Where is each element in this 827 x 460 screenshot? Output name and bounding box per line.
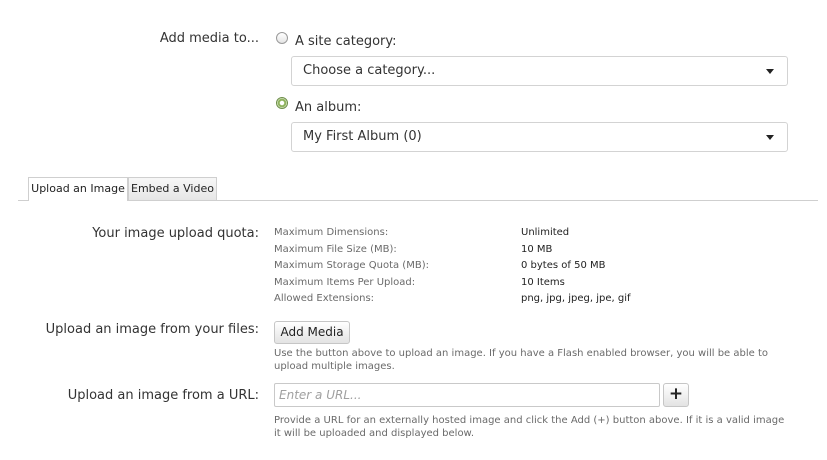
add-media-button[interactable]: Add Media [274, 321, 350, 344]
album-label[interactable]: An album: [295, 100, 361, 115]
add-url-button[interactable]: + [663, 383, 689, 407]
quota-key: Maximum Storage Quota (MB): [274, 260, 429, 271]
category-select[interactable]: Choose a category... [291, 56, 788, 86]
upload-url-help: Provide a URL for an externally hosted i… [274, 415, 785, 439]
tab-upload-image[interactable]: Upload an Image [28, 177, 128, 201]
plus-icon: + [668, 384, 684, 404]
chevron-down-icon [766, 69, 774, 74]
quota-value: 0 bytes of 50 MB [521, 260, 606, 271]
tab-embed-video[interactable]: Embed a Video [128, 177, 217, 200]
album-select[interactable]: My First Album (0) [291, 122, 788, 152]
chevron-down-icon [766, 135, 774, 140]
quota-value: png, jpg, jpeg, jpe, gif [521, 293, 631, 304]
category-select-value: Choose a category... [303, 63, 436, 78]
quota-value: 10 Items [521, 277, 565, 288]
add-media-label: Add media to... [159, 31, 259, 46]
quota-key: Maximum File Size (MB): [274, 244, 397, 255]
quota-value: Unlimited [521, 227, 570, 238]
upload-url-label: Upload an image from a URL: [67, 388, 259, 403]
upload-files-help: Use the button above to upload an image.… [274, 348, 769, 372]
album-select-value: My First Album (0) [303, 129, 422, 144]
quota-value: 10 MB [521, 244, 553, 255]
url-input[interactable] [274, 383, 660, 407]
site-category-radio[interactable] [276, 32, 288, 44]
upload-files-label: Upload an image from your files: [45, 322, 259, 337]
album-radio[interactable] [276, 97, 288, 109]
quota-key: Allowed Extensions: [274, 293, 375, 304]
tab-divider [18, 200, 818, 201]
quota-key: Maximum Items Per Upload: [274, 277, 416, 288]
site-category-label[interactable]: A site category: [295, 34, 397, 49]
quota-label: Your image upload quota: [92, 226, 259, 241]
quota-key: Maximum Dimensions: [274, 227, 389, 238]
